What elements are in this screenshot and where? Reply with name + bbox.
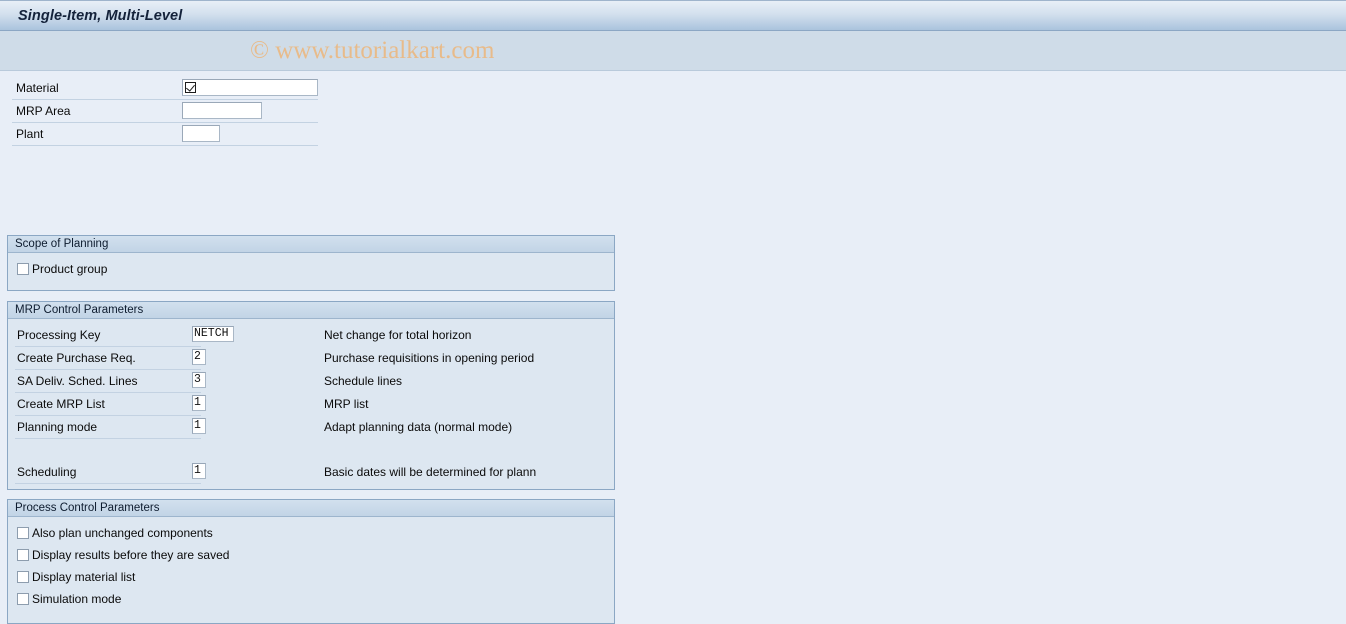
checkbox-label: Simulation mode <box>32 592 122 606</box>
param-label: Scheduling <box>17 465 77 479</box>
param-row-scheduling: Scheduling 1 <box>15 461 206 484</box>
panel-process-title: Process Control Parameters <box>8 500 614 517</box>
checkbox-icon[interactable] <box>17 527 29 539</box>
param-description: MRP list <box>324 397 369 411</box>
form-body: Material MRP Area Plant Scope of Plannin… <box>0 71 1346 624</box>
checkbox-label: Product group <box>32 262 108 276</box>
param-row-sa-deliv-sched-lines: SA Deliv. Sched. Lines 3 <box>15 370 206 393</box>
panel-scope-of-planning: Scope of Planning Product group <box>7 235 615 291</box>
checkbox-also-plan-unchanged-components[interactable]: Also plan unchanged components <box>17 525 213 541</box>
page-title: Single-Item, Multi-Level <box>18 7 183 24</box>
checkbox-label: Display material list <box>32 570 136 584</box>
param-row-planning-mode: Planning mode 1 <box>15 416 206 439</box>
sa-deliv-sched-lines-input[interactable]: 3 <box>192 372 206 388</box>
panel-mrp-title: MRP Control Parameters <box>8 302 614 319</box>
param-label: Create Purchase Req. <box>17 351 136 365</box>
mrp-area-input[interactable] <box>182 102 262 119</box>
checkbox-icon[interactable] <box>17 549 29 561</box>
scheduling-input[interactable]: 1 <box>192 463 206 479</box>
param-description: Net change for total horizon <box>324 328 472 342</box>
watermark-band: © www.tutorialkart.com <box>0 31 1346 71</box>
param-label: Create MRP List <box>17 397 105 411</box>
checkbox-product-group[interactable]: Product group <box>17 261 107 277</box>
create-mrp-list-input[interactable]: 1 <box>192 395 206 411</box>
checkbox-icon[interactable] <box>17 571 29 583</box>
field-row-mrp-area: MRP Area <box>12 100 318 123</box>
checkbox-icon[interactable] <box>17 263 29 275</box>
checkmark-icon <box>185 82 196 93</box>
checkbox-label: Also plan unchanged components <box>32 526 213 540</box>
panel-mrp-control-parameters: MRP Control Parameters Processing Key NE… <box>7 301 615 490</box>
param-description: Adapt planning data (normal mode) <box>324 420 513 434</box>
material-input[interactable] <box>182 79 318 96</box>
param-row-create-purchase-req: Create Purchase Req. 2 <box>15 347 206 370</box>
checkbox-icon[interactable] <box>17 593 29 605</box>
param-description: Purchase requisitions in opening period <box>324 351 535 365</box>
watermark-text: © www.tutorialkart.com <box>250 37 495 64</box>
plant-input[interactable] <box>182 125 220 142</box>
field-row-material: Material <box>12 77 318 100</box>
checkbox-display-results-before-saved[interactable]: Display results before they are saved <box>17 547 229 563</box>
param-label: Processing Key <box>17 328 101 342</box>
plant-label: Plant <box>16 127 44 141</box>
param-description: Schedule lines <box>324 374 403 388</box>
window-title-bar: Single-Item, Multi-Level <box>0 0 1346 31</box>
param-description: Basic dates will be determined for plann <box>324 465 537 479</box>
param-row-processing-key: Processing Key NETCH <box>15 324 234 347</box>
field-row-plant: Plant <box>12 123 318 146</box>
panel-process-control-parameters: Process Control Parameters Also plan unc… <box>7 499 615 624</box>
param-row-create-mrp-list: Create MRP List 1 <box>15 393 206 416</box>
selection-fields: Material MRP Area Plant <box>12 77 318 146</box>
create-purchase-req-input[interactable]: 2 <box>192 349 206 365</box>
checkbox-simulation-mode[interactable]: Simulation mode <box>17 591 121 607</box>
planning-mode-input[interactable]: 1 <box>192 418 206 434</box>
checkbox-display-material-list[interactable]: Display material list <box>17 569 135 585</box>
param-label: Planning mode <box>17 420 98 434</box>
param-label: SA Deliv. Sched. Lines <box>17 374 138 388</box>
processing-key-input[interactable]: NETCH <box>192 326 234 342</box>
panel-scope-title: Scope of Planning <box>8 236 614 253</box>
mrp-area-label: MRP Area <box>16 104 71 118</box>
checkbox-label: Display results before they are saved <box>32 548 230 562</box>
material-label: Material <box>16 81 59 95</box>
